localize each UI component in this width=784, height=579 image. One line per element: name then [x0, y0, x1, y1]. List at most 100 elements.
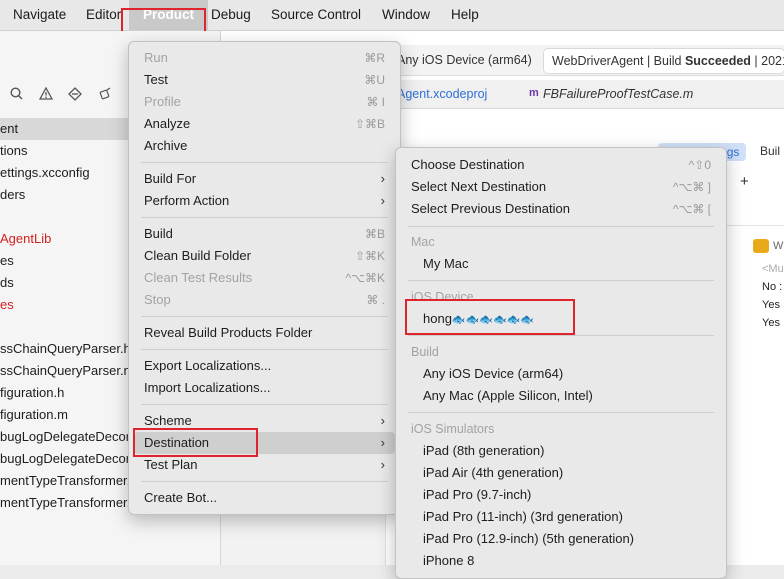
- clean-test-results-label: Clean Test Results: [144, 270, 253, 285]
- menu-item-create-bot[interactable]: Create Bot...: [134, 487, 395, 509]
- stop-label: Stop: [144, 292, 171, 307]
- reveal-label: Reveal Build Products Folder: [144, 325, 313, 340]
- menu-item-scheme[interactable]: Scheme ›: [134, 410, 395, 432]
- menu-item-clean-build-folder[interactable]: Clean Build Folder ⇧⌘K: [134, 245, 395, 267]
- menu-item-simulator[interactable]: iPad (8th generation): [401, 440, 721, 462]
- perform-action-label: Perform Action: [144, 193, 230, 208]
- menu-separator: [408, 226, 714, 227]
- menu-item-reveal-build-products[interactable]: Reveal Build Products Folder: [134, 322, 395, 344]
- menu-separator: [141, 349, 388, 350]
- menu-item-clean-test-results[interactable]: Clean Test Results ^⌥⌘K: [134, 267, 395, 289]
- menu-item-select-next-destination[interactable]: Select Next Destination ^⌥⌘ ]: [401, 176, 721, 198]
- menu-item-perform-action[interactable]: Perform Action ›: [134, 190, 395, 212]
- menu-help[interactable]: Help: [451, 0, 479, 30]
- choose-destination-shortcut: ^⇧0: [688, 158, 711, 172]
- destination-submenu: Choose Destination ^⇧0 Select Next Destin…: [395, 147, 727, 579]
- diamond-icon[interactable]: [66, 79, 84, 109]
- menu-item-destination[interactable]: Destination ›: [134, 432, 395, 454]
- any-mac-label: Any Mac (Apple Silicon, Intel): [423, 388, 593, 403]
- menu-item-test-plan[interactable]: Test Plan ›: [134, 454, 395, 476]
- simulator-label: iPad Air (4th generation): [423, 465, 564, 480]
- menu-product[interactable]: Product: [129, 0, 209, 30]
- brush-icon[interactable]: [96, 79, 114, 109]
- menu-item-build-for[interactable]: Build For ›: [134, 168, 395, 190]
- section-header-build: Build: [411, 345, 439, 359]
- product-menu: Run ⌘R Test ⌘U Profile ⌘ I Analyze ⇧⌘B Archi…: [128, 41, 401, 515]
- scheme-label: Scheme: [144, 413, 192, 428]
- menu-item-select-previous-destination[interactable]: Select Previous Destination ^⌥⌘ [: [401, 198, 721, 220]
- device-name-label: hong: [423, 311, 452, 326]
- cell-1: No :: [762, 281, 783, 293]
- toolbar-destination[interactable]: Any iOS Device (arm64): [397, 53, 532, 67]
- tab-xcodeproj[interactable]: Agent.xcodeproj: [397, 87, 487, 101]
- menu-item-simulator[interactable]: iPad Air (4th generation): [401, 462, 721, 484]
- divider: [720, 225, 784, 226]
- device-emoji-label: 🐟🐟🐟🐟🐟🐟: [451, 314, 535, 326]
- menu-item-my-mac[interactable]: My Mac: [401, 253, 721, 275]
- menu-item-export-localizations[interactable]: Export Localizations...: [134, 355, 395, 377]
- menu-item-any-ios-device[interactable]: Any iOS Device (arm64): [401, 363, 721, 385]
- menu-item-stop[interactable]: Stop ⌘ .: [134, 289, 395, 311]
- tab-fbfailureprooftestcase[interactable]: FBFailureProofTestCase.m: [543, 87, 693, 101]
- run-shortcut: ⌘R: [364, 51, 385, 65]
- warning-icon[interactable]: [37, 79, 55, 109]
- menu-separator: [408, 280, 714, 281]
- status-prefix: WebDriverAgent | Build: [552, 54, 685, 68]
- menu-window[interactable]: Window: [382, 0, 430, 30]
- simulator-label: iPad (8th generation): [423, 443, 545, 458]
- profile-label: Profile: [144, 94, 181, 109]
- select-next-label: Select Next Destination: [411, 179, 547, 194]
- menu-separator: [408, 335, 714, 336]
- run-label: Run: [144, 50, 168, 65]
- menu-source-control[interactable]: Source Control: [271, 0, 361, 30]
- search-icon[interactable]: [7, 79, 25, 109]
- export-localizations-label: Export Localizations...: [144, 358, 272, 373]
- simulator-label: iPad Pro (11-inch) (3rd generation): [423, 509, 623, 524]
- menu-item-simulator[interactable]: iPad Pro (12.9-inch) (5th generation): [401, 528, 721, 550]
- simulator-label: iPad Pro (12.9-inch) (5th generation): [423, 531, 635, 546]
- stop-shortcut: ⌘ .: [366, 293, 385, 307]
- build-label: Build: [144, 226, 173, 241]
- clean-build-folder-label: Clean Build Folder: [144, 248, 251, 263]
- activity-status: WebDriverAgent | Build Succeeded | 2021/…: [543, 48, 784, 74]
- chevron-right-icon: ›: [380, 457, 385, 472]
- menu-item-archive[interactable]: Archive: [134, 135, 395, 157]
- menu-item-run[interactable]: Run ⌘R: [134, 47, 395, 69]
- cell-2: Yes: [762, 299, 780, 311]
- menu-item-choose-destination[interactable]: Choose Destination ^⇧0: [401, 154, 721, 176]
- menu-separator: [408, 412, 714, 413]
- clean-test-results-shortcut: ^⌥⌘K: [345, 271, 385, 285]
- segment-next-label[interactable]: Buil: [760, 144, 780, 158]
- editor-tabbar: Agent.xcodeproj m FBFailureProofTestCase…: [385, 80, 784, 109]
- status-bold: Succeeded: [684, 54, 751, 68]
- menu-item-simulator[interactable]: iPhone 8: [401, 550, 721, 572]
- menu-separator: [141, 404, 388, 405]
- chevron-right-icon: ›: [380, 435, 385, 450]
- menu-item-any-mac[interactable]: Any Mac (Apple Silicon, Intel): [401, 385, 721, 407]
- section-header-ios-simulators: iOS Simulators: [411, 422, 495, 436]
- menu-debug[interactable]: Debug: [211, 0, 251, 30]
- menu-item-simulator[interactable]: iPad Pro (9.7-inch): [401, 484, 721, 506]
- menu-item-test[interactable]: Test ⌘U: [134, 69, 395, 91]
- section-header-mac: Mac: [411, 235, 435, 249]
- chevron-right-icon: ›: [380, 193, 385, 208]
- menu-item-profile[interactable]: Profile ⌘ I: [134, 91, 395, 113]
- menu-item-import-localizations[interactable]: Import Localizations...: [134, 377, 395, 399]
- menu-navigate[interactable]: Navigate: [13, 0, 66, 30]
- test-plan-label: Test Plan: [144, 457, 198, 472]
- test-shortcut: ⌘U: [364, 73, 385, 87]
- menu-item-simulator[interactable]: iPad Pro (11-inch) (3rd generation): [401, 506, 721, 528]
- menu-separator: [141, 162, 388, 163]
- menu-item-build[interactable]: Build ⌘B: [134, 223, 395, 245]
- menu-item-analyze[interactable]: Analyze ⇧⌘B: [134, 113, 395, 135]
- select-previous-shortcut: ^⌥⌘ [: [672, 202, 711, 216]
- objc-file-icon: m: [529, 87, 539, 99]
- menu-editor[interactable]: Editor: [86, 0, 121, 30]
- create-bot-label: Create Bot...: [144, 490, 217, 505]
- build-shortcut: ⌘B: [364, 227, 385, 241]
- cell-3: Yes: [762, 317, 780, 329]
- chevron-right-icon: ›: [380, 413, 385, 428]
- menu-item-device-hong[interactable]: hong🐟🐟🐟🐟🐟🐟: [401, 308, 721, 330]
- add-button[interactable]: +: [740, 173, 749, 190]
- build-for-label: Build For: [144, 171, 197, 186]
